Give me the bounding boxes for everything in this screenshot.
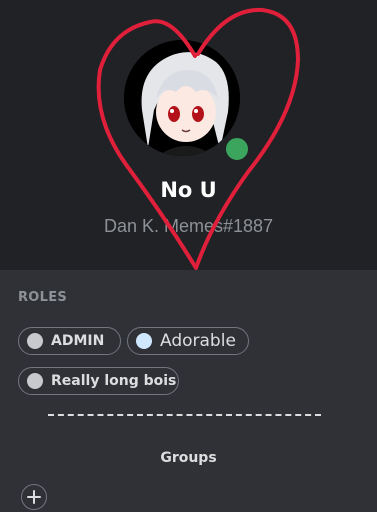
role-color-dot (27, 373, 43, 389)
role-pill-adorable[interactable]: Adorable (127, 327, 249, 355)
role-label: ADMIN (51, 333, 105, 349)
role-label: Adorable (160, 331, 236, 351)
role-pill-really-long-bois[interactable]: Really long bois (18, 367, 179, 395)
dashed-divider (48, 414, 321, 416)
add-role-button[interactable] (21, 484, 47, 510)
roles-section-header: ROLES (18, 290, 68, 305)
username[interactable]: Dan K. Memes#1887 (0, 216, 377, 237)
role-pill-admin[interactable]: ADMIN (18, 327, 121, 355)
avatar-image (124, 40, 240, 156)
role-label: Really long bois (51, 373, 177, 389)
role-color-dot (136, 333, 152, 349)
online-status-indicator (222, 134, 252, 164)
role-color-dot (27, 333, 43, 349)
user-profile-popout: No U Dan K. Memes#1887 ROLES ADMIN Adora… (0, 0, 377, 512)
display-name: No U (160, 178, 217, 202)
plus-icon (27, 490, 41, 504)
groups-label: Groups (160, 450, 217, 466)
avatar[interactable] (124, 40, 240, 156)
